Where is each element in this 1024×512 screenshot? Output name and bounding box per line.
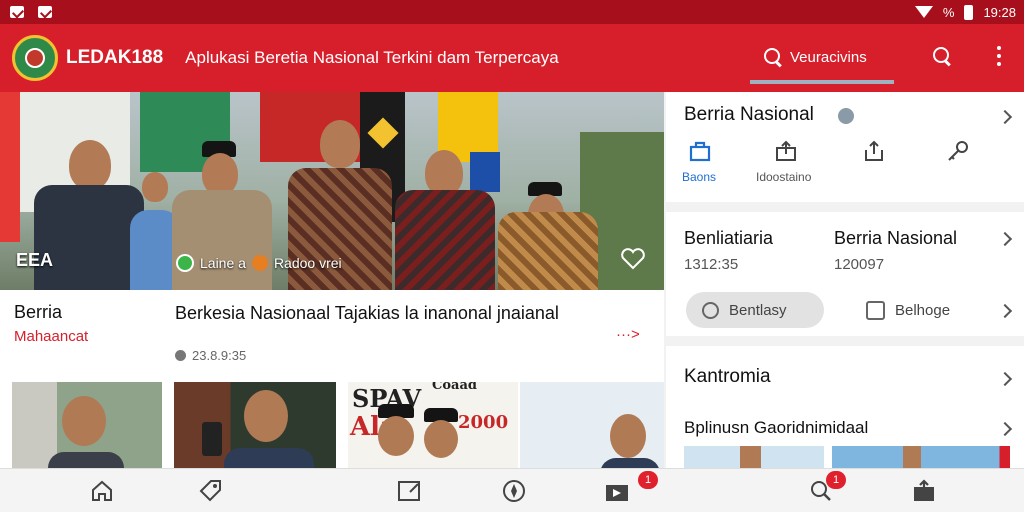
chevron-right-icon[interactable] [997, 303, 1013, 319]
home-icon[interactable] [688, 140, 712, 162]
filter-checkbox[interactable]: Belhoge [850, 292, 980, 328]
info-icon [838, 108, 854, 124]
stat-title: Berria Nasional [834, 228, 958, 248]
panel-section-stats: Benliatiaria 1312:35 Berria Nasional 120… [666, 212, 1024, 336]
app-logo[interactable] [12, 35, 58, 81]
notification-badge: 1 [826, 471, 846, 489]
chevron-right-icon[interactable] [997, 421, 1013, 437]
notification-badge: 1 [638, 471, 658, 489]
share-icon[interactable] [774, 140, 798, 162]
search-button[interactable] [930, 44, 956, 70]
location-icon [251, 255, 268, 271]
chevron-right-icon[interactable] [997, 371, 1013, 387]
search-tab[interactable]: Veuracivins [750, 34, 894, 84]
edit-icon[interactable] [396, 479, 422, 503]
hero-chip-label: Laine a [200, 255, 246, 271]
thumbnail-2[interactable] [174, 382, 336, 468]
search-tab-label: Veuracivins [790, 48, 867, 66]
clock-icon [175, 350, 186, 361]
thumbnail-strip[interactable] [832, 446, 1010, 468]
thumbnail-4[interactable] [520, 382, 664, 468]
hero-badge: EEA [16, 250, 54, 270]
section-title[interactable]: Berria Nasional [684, 104, 814, 126]
notification-icon [38, 6, 52, 18]
headline-date: 23.8.9:35 [175, 348, 246, 363]
headline-card[interactable]: Berria Mahaancat Berkesia Nasionaal Taja… [0, 290, 664, 380]
more-options-button[interactable] [986, 46, 1012, 72]
thumbnail-3[interactable]: SPAV Ala Coaad 2000 [348, 382, 518, 468]
network-indicator: % [942, 4, 955, 20]
checkbox-icon [866, 300, 885, 320]
person [498, 130, 598, 290]
wifi-icon [914, 6, 933, 18]
video-icon[interactable] [604, 479, 630, 503]
screen: % 19:28 LEDAK188 Aplukasi Beretia Nasion… [0, 0, 1024, 512]
status-time: 19:28 [983, 4, 1016, 20]
search-icon [764, 48, 782, 66]
app-bar: LEDAK188 Aplukasi Beretia Nasional Terki… [0, 24, 1024, 92]
hero-chip-label-2: Radoo vrei [273, 255, 342, 271]
stat-value: 120097 [834, 256, 885, 273]
app-tagline: Aplukasi Beretia Nasional Terkini dam Te… [185, 48, 559, 67]
thumbnail-1[interactable] [12, 382, 162, 468]
section-title[interactable]: Kantromia [684, 366, 771, 388]
category-title: Berria [14, 302, 63, 322]
icon-label: Baons [682, 170, 717, 184]
panel-section-national: Berria Nasional Baons Idoostaino [666, 92, 1024, 202]
section-subtitle[interactable]: Bplinusn Gaoridnimidaal [684, 418, 868, 438]
profile-icon[interactable] [911, 479, 937, 503]
home-icon[interactable] [89, 479, 115, 503]
person [395, 120, 495, 290]
more-arrow[interactable]: ···> [616, 326, 640, 343]
battery-icon [964, 4, 974, 20]
filter-chip[interactable]: Bentlasy [686, 292, 824, 328]
chevron-right-icon[interactable] [997, 231, 1013, 247]
status-bar: % 19:28 [0, 0, 1024, 24]
upload-icon[interactable] [862, 140, 886, 162]
side-panel: Berria Nasional Baons Idoostaino Benliat… [666, 92, 1024, 468]
compass-icon[interactable] [501, 479, 527, 503]
thumbnail-strip[interactable] [684, 446, 824, 468]
hero-chip[interactable]: Laine a Radoo vrei [176, 254, 342, 272]
favorite-icon[interactable] [620, 248, 646, 270]
stat-value: 1312:35 [684, 256, 739, 273]
chevron-right-icon[interactable] [997, 109, 1013, 125]
icon-label: Idoostaino [756, 170, 812, 184]
category-subtitle[interactable]: Mahaancat [14, 328, 88, 345]
bottom-navigation: 1 1 [0, 468, 1024, 512]
brand-name: LEDAK188 [66, 47, 164, 68]
stat-title: Benliatiaria [684, 228, 774, 248]
thumbnail-row: SPAV Ala Coaad 2000 [0, 380, 664, 468]
tag-icon[interactable] [198, 479, 224, 503]
notification-icon [10, 6, 24, 18]
radio-icon [702, 301, 719, 319]
key-icon[interactable] [946, 140, 970, 162]
headline-title[interactable]: Berkesia Nasionaal Tajakias la inanonal … [175, 302, 575, 324]
chat-icon [176, 254, 194, 272]
search-icon [933, 47, 951, 65]
